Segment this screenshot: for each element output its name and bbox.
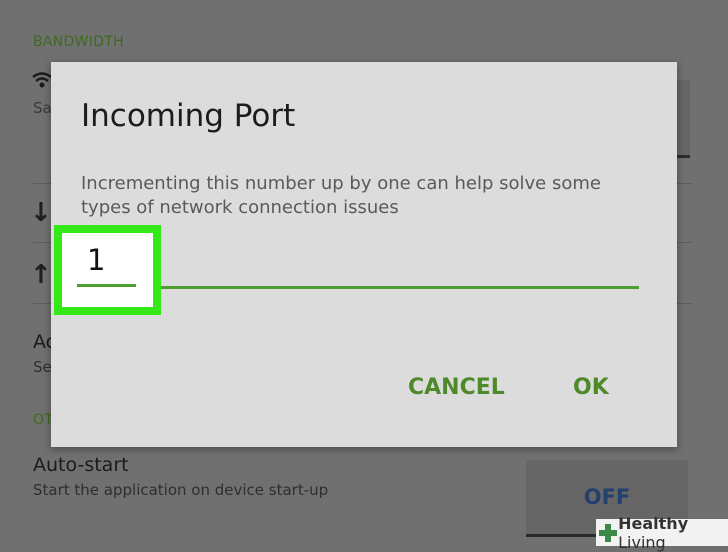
port-value-highlight <box>54 225 161 315</box>
port-input-field[interactable] <box>89 238 639 298</box>
autostart-title[interactable]: Auto-start <box>33 454 129 476</box>
watermark-brand-rest: Living <box>618 532 666 552</box>
plus-logo-icon <box>599 523 618 542</box>
input-underline-highlighted <box>77 284 136 287</box>
bandwidth-item-subtitle: Sa <box>33 99 52 117</box>
upload-arrow-icon: ↑ <box>30 260 52 290</box>
watermark-brand-bold: Healthy <box>618 513 689 533</box>
wifi-icon <box>32 72 52 88</box>
setting-item-subtitle: Se <box>33 358 52 376</box>
dialog-description: Incrementing this number up by one can h… <box>81 173 601 218</box>
healthy-living-watermark: Healthy Living <box>596 514 728 552</box>
bandwidth-section-header: BANDWIDTH <box>33 34 124 50</box>
dialog-title: Incoming Port <box>81 98 296 134</box>
bandwidth-control-edge[interactable] <box>676 80 690 158</box>
cancel-button[interactable]: CANCEL <box>408 375 505 400</box>
download-arrow-icon: ↓ <box>30 198 52 228</box>
autostart-subtitle: Start the application on device start-up <box>33 481 329 499</box>
ok-button[interactable]: OK <box>573 375 609 400</box>
incoming-port-dialog: Incoming Port Incrementing this number u… <box>51 62 677 447</box>
input-underline <box>89 286 639 289</box>
port-value-text[interactable]: 1 <box>87 243 105 277</box>
